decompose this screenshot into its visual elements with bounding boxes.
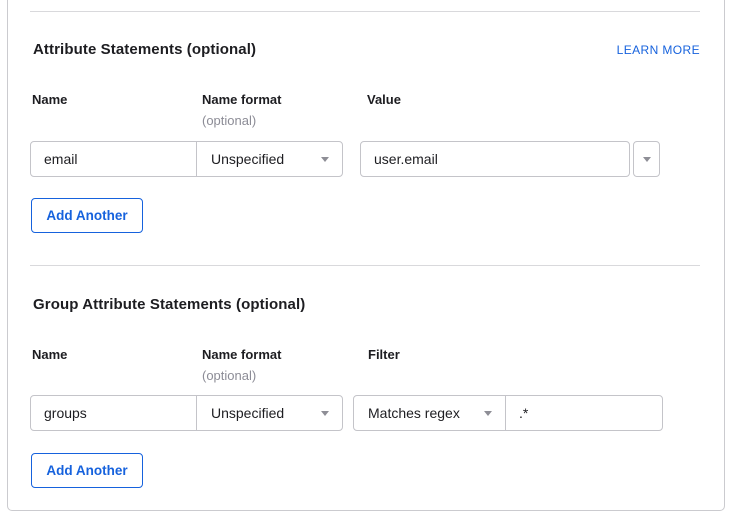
filter-column-label: Filter [368,347,400,362]
group-name-format-optional-hint: (optional) [202,368,256,383]
add-another-attribute-button[interactable]: Add Another [31,198,143,233]
section-divider [30,11,700,12]
attribute-value-input[interactable] [360,141,630,177]
group-name-input[interactable] [31,396,196,430]
add-another-group-attribute-button[interactable]: Add Another [31,453,143,488]
chevron-down-icon [321,157,329,162]
group-attribute-statements-title: Group Attribute Statements (optional) [33,296,305,313]
group-filter-group: Matches regex [353,395,663,431]
chevron-down-icon [643,157,651,162]
name-column-label: Name [32,92,67,107]
chevron-down-icon [484,411,492,416]
value-column-label: Value [367,92,401,107]
page: Attribute Statements (optional) LEARN MO… [0,0,737,530]
group-name-column-label: Name [32,347,67,362]
group-filter-type-select[interactable]: Matches regex [354,396,506,430]
attribute-name-format-value: Unspecified [211,151,284,167]
learn-more-link[interactable]: LEARN MORE [617,43,700,57]
group-name-format-column-label: Name format [202,347,281,362]
saml-settings-card [7,0,725,511]
name-format-optional-hint: (optional) [202,113,256,128]
chevron-down-icon [321,411,329,416]
attribute-value-dropdown-button[interactable] [633,141,660,177]
attribute-name-input[interactable] [31,142,196,176]
group-name-format-value: Unspecified [211,405,284,421]
group-name-format-select[interactable]: Unspecified [196,396,342,430]
attribute-name-format-select[interactable]: Unspecified [196,142,342,176]
section-divider [30,265,700,266]
attribute-statements-title: Attribute Statements (optional) [33,41,256,58]
group-name-format-group: Unspecified [30,395,343,431]
name-format-column-label: Name format [202,92,281,107]
attribute-name-format-group: Unspecified [30,141,343,177]
group-filter-type-value: Matches regex [368,405,460,421]
group-filter-value-input[interactable] [506,396,663,430]
